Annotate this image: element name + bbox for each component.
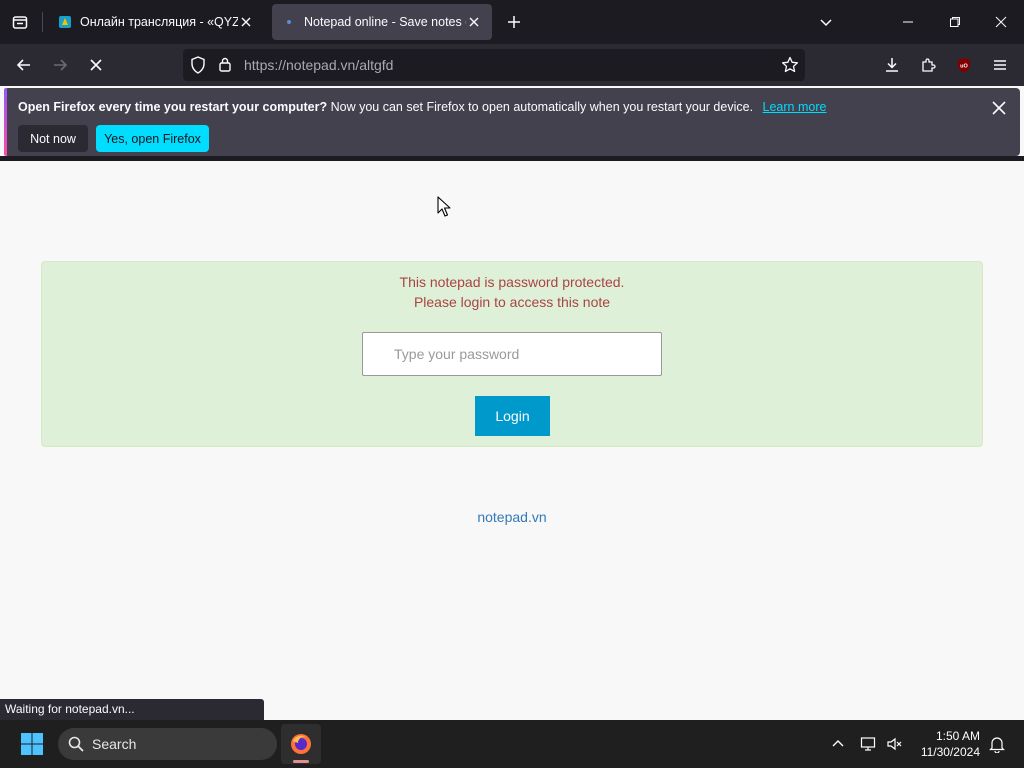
- taskbar-firefox-icon[interactable]: [281, 724, 321, 764]
- tab-qyzyl[interactable]: Онлайн трансляция - «QYZYL: [48, 4, 264, 40]
- restore-icon[interactable]: [939, 6, 971, 38]
- notepad-home-link[interactable]: notepad.vn: [0, 509, 1024, 525]
- status-panel: Waiting for notepad.vn...: [0, 699, 264, 720]
- mouse-cursor-icon: [437, 196, 451, 218]
- windows-start-icon[interactable]: [20, 732, 44, 756]
- firefox-view-icon[interactable]: [4, 6, 36, 38]
- list-all-tabs-icon[interactable]: [810, 6, 842, 38]
- notification-text: Now you can set Firefox to open automati…: [330, 100, 754, 114]
- show-hidden-icons-chevron-icon[interactable]: [831, 737, 845, 751]
- network-icon[interactable]: [860, 735, 878, 753]
- downloads-icon[interactable]: [876, 49, 908, 81]
- search-label: Search: [92, 736, 137, 752]
- tab-close-icon[interactable]: [466, 14, 482, 30]
- url-text[interactable]: https://notepad.vn/altgfd: [244, 56, 393, 74]
- back-icon[interactable]: [8, 49, 40, 81]
- taskbar-active-indicator: [293, 760, 309, 763]
- not-now-button[interactable]: Not now: [18, 125, 88, 152]
- tab-favicon-icon: [58, 15, 72, 29]
- notification-message: Open Firefox every time you restart your…: [18, 100, 826, 114]
- url-host: https://notepad.vn: [244, 57, 356, 73]
- yes-open-firefox-button[interactable]: Yes, open Firefox: [96, 125, 209, 152]
- protected-message: This notepad is password protected.: [399, 274, 625, 290]
- extensions-icon[interactable]: [912, 49, 944, 81]
- login-button[interactable]: Login: [475, 396, 550, 436]
- hamburger-menu-icon[interactable]: [984, 49, 1016, 81]
- search-icon: [68, 736, 84, 752]
- clock-time[interactable]: 1:50 AM: [900, 729, 980, 743]
- login-instruction: Please login to access this note: [413, 294, 611, 310]
- notification-accent: [4, 88, 7, 156]
- footer-link-text[interactable]: notepad.vn: [477, 509, 546, 525]
- notification-close-icon[interactable]: [988, 97, 1010, 119]
- new-tab-icon[interactable]: [498, 6, 530, 38]
- learn-more-link[interactable]: Learn more: [763, 100, 827, 114]
- tab-close-icon[interactable]: [238, 14, 254, 30]
- tab-notepad[interactable]: Notepad online - Save notes or: [272, 4, 492, 40]
- minimize-icon[interactable]: [892, 6, 924, 38]
- close-window-icon[interactable]: [985, 6, 1017, 38]
- bookmark-star-icon[interactable]: [781, 56, 799, 74]
- svg-text:uO: uO: [960, 64, 968, 70]
- tab-separator: [42, 12, 43, 32]
- taskbar-search-box[interactable]: Search: [58, 728, 277, 760]
- notifications-bell-icon[interactable]: [988, 735, 1006, 753]
- notification-bold-text: Open Firefox every time you restart your…: [18, 100, 328, 114]
- tab-title: Онлайн трансляция - «QYZYL: [80, 15, 238, 29]
- tracking-protection-shield-icon[interactable]: [190, 56, 206, 74]
- tab-loading-icon: [282, 15, 296, 29]
- clock-date[interactable]: 11/30/2024: [900, 745, 980, 759]
- forward-icon[interactable]: [44, 49, 76, 81]
- lock-icon[interactable]: [218, 56, 232, 72]
- url-path: /altgfd: [355, 57, 394, 73]
- ublock-origin-icon[interactable]: uO: [948, 49, 980, 81]
- tab-title: Notepad online - Save notes or: [304, 15, 466, 29]
- password-input[interactable]: [362, 332, 662, 376]
- stop-loading-icon[interactable]: [80, 49, 112, 81]
